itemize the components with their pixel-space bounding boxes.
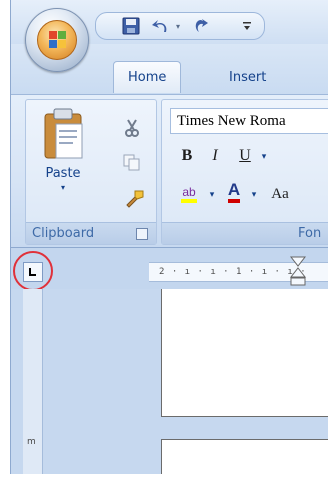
highlight-dropdown-icon[interactable]: ▾ <box>206 180 218 208</box>
office-logo-icon <box>37 20 77 60</box>
copy-icon[interactable] <box>120 150 144 174</box>
underline-button[interactable]: U <box>234 142 256 170</box>
font-color-button[interactable]: A <box>222 178 246 206</box>
save-icon[interactable] <box>118 15 144 37</box>
undo-icon[interactable] <box>148 15 174 37</box>
italic-button[interactable]: I <box>204 142 226 170</box>
font-color-dropdown-icon[interactable]: ▾ <box>248 180 260 208</box>
font-name-combo[interactable]: Times New Roma <box>170 108 328 134</box>
document-page[interactable] <box>161 289 328 417</box>
document-page[interactable] <box>161 439 328 474</box>
highlight-annotation-circle <box>13 251 53 291</box>
ruler-bar: 2 · ı · ı · 1 · ı · ı · <box>11 249 328 291</box>
quick-access-toolbar: ▾ <box>95 12 265 40</box>
ribbon: Paste ▾ Clipboard Times New Roma B I U ▾ <box>11 94 328 248</box>
paste-label: Paste <box>45 166 81 181</box>
clipboard-group: Paste ▾ Clipboard <box>25 99 157 245</box>
bold-button[interactable]: B <box>176 142 198 170</box>
change-case-button[interactable]: Aa <box>264 180 296 208</box>
indent-marker-icon[interactable] <box>289 255 307 289</box>
office-button[interactable] <box>25 8 89 72</box>
redo-icon[interactable] <box>188 15 214 37</box>
underline-dropdown-icon[interactable]: ▾ <box>258 142 270 170</box>
vertical-ruler[interactable]: m <box>23 289 43 474</box>
font-group-label: Fon <box>162 222 328 244</box>
paste-dropdown-icon[interactable]: ▾ <box>61 183 65 192</box>
document-area: m <box>11 289 328 474</box>
customize-dropdown-icon[interactable] <box>234 15 260 37</box>
scissors-icon[interactable] <box>120 116 144 140</box>
font-group: Times New Roma B I U ▾ ab ▾ A ▾ Aa Fon <box>161 99 328 245</box>
paste-button[interactable]: Paste ▾ <box>32 106 94 214</box>
undo-dropdown-icon[interactable]: ▾ <box>174 20 182 32</box>
clipboard-group-label: Clipboard <box>26 222 156 244</box>
tab-home[interactable]: Home <box>113 61 182 93</box>
vertical-ruler-mark: m <box>27 437 36 447</box>
clipboard-icon <box>44 108 83 159</box>
dialog-launcher-icon[interactable] <box>136 228 148 240</box>
word-window: ▾ Home Insert Paste ▾ Clipboard Times Ne… <box>10 0 328 474</box>
format-painter-icon[interactable] <box>122 186 146 210</box>
highlight-button[interactable]: ab <box>174 180 204 208</box>
tab-insert[interactable]: Insert <box>215 61 280 93</box>
